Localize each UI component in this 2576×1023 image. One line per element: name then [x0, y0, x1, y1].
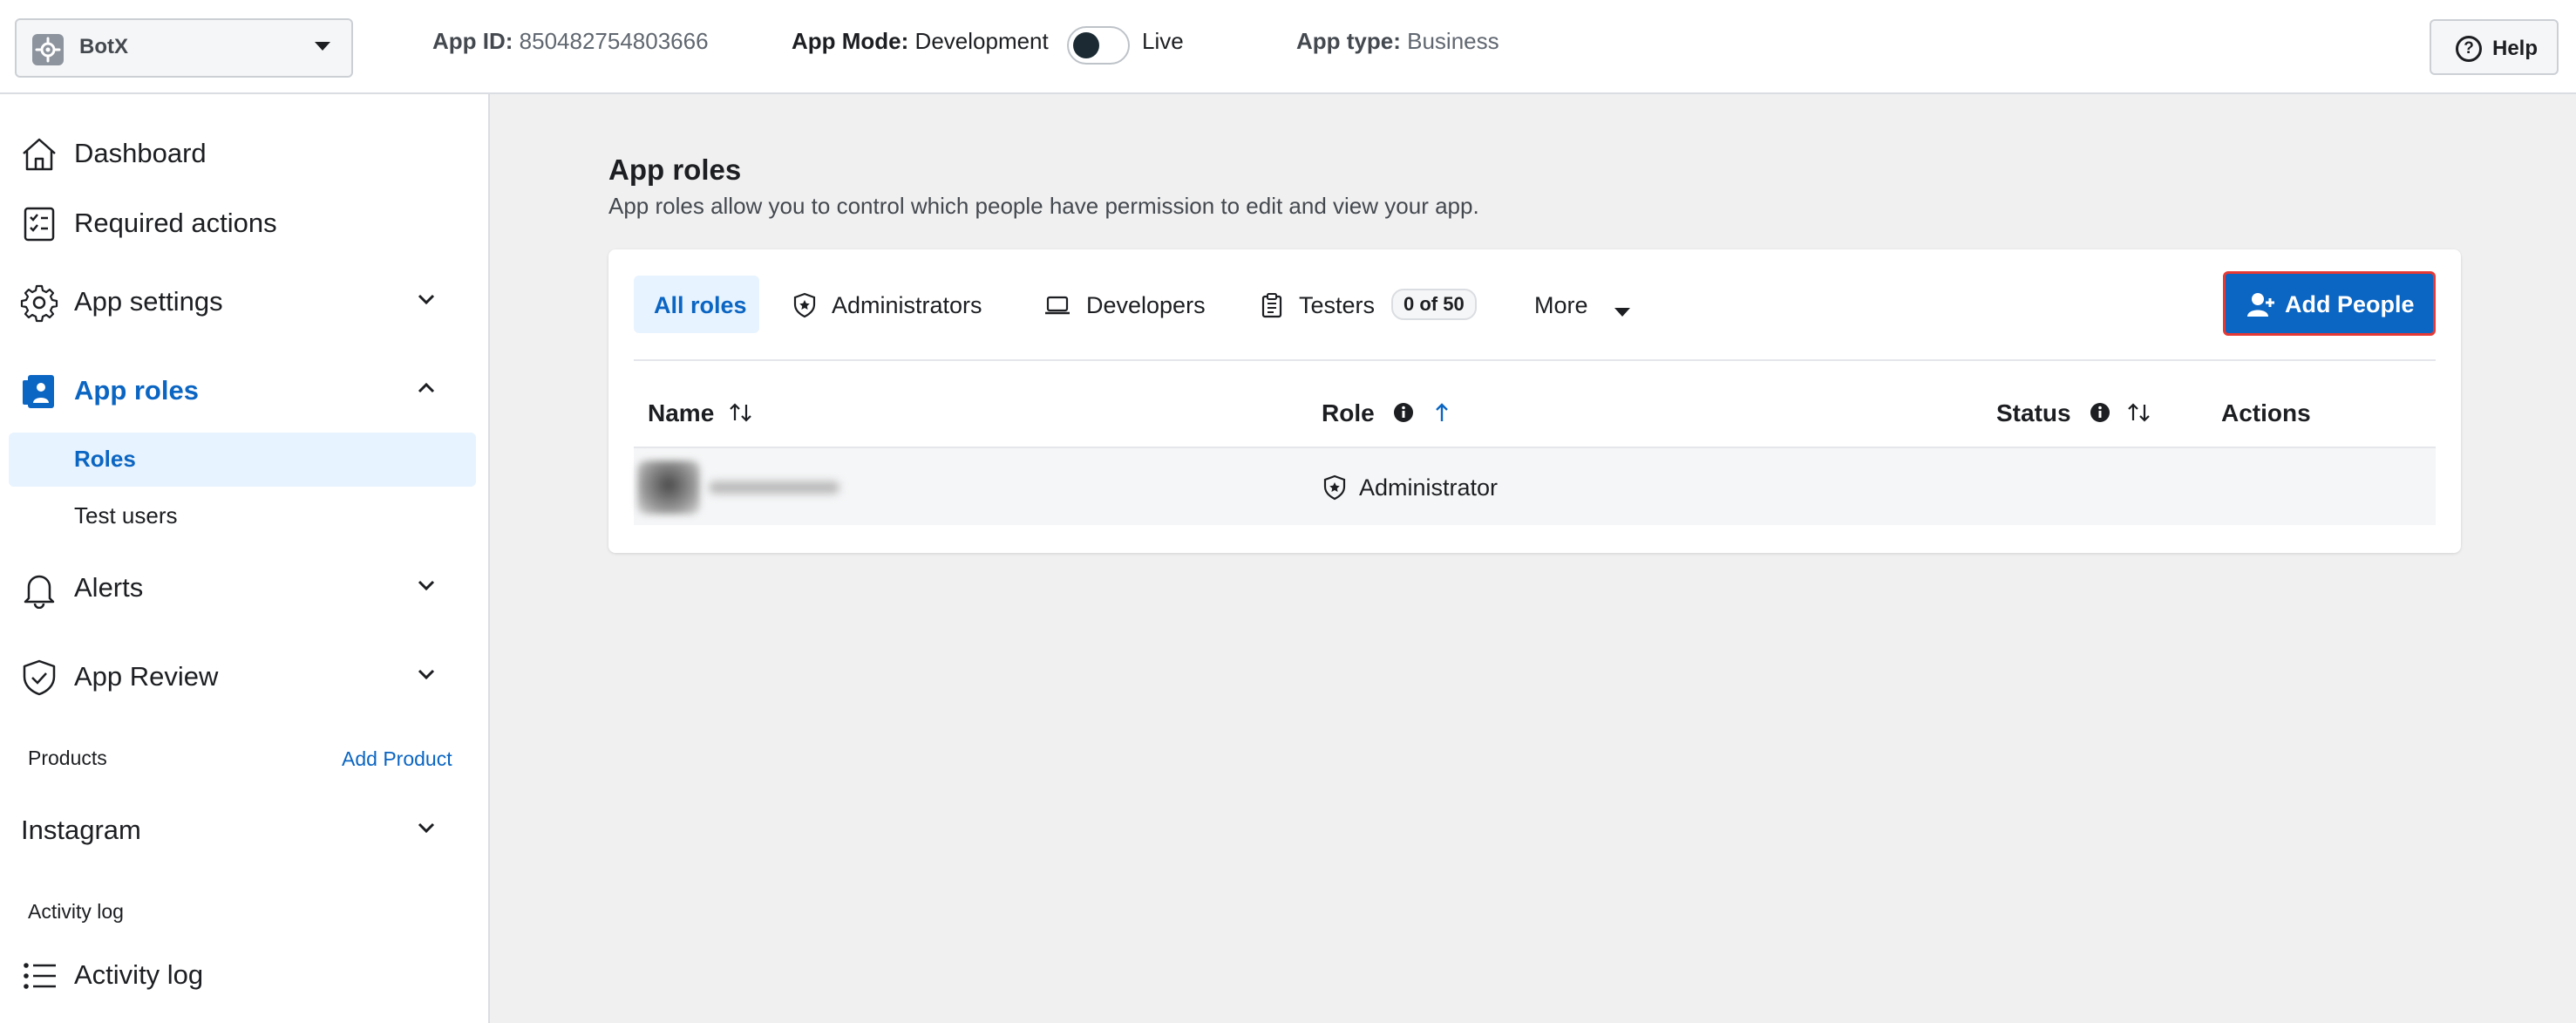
sort-icon	[2126, 401, 2152, 429]
add-product-link[interactable]: Add Product	[342, 747, 452, 771]
row-role: Administrator	[1359, 474, 1499, 501]
app-type: App type: Business	[1296, 28, 1499, 55]
sidebar-label-app-review: App Review	[74, 661, 219, 692]
products-section-label: Products	[28, 747, 107, 769]
sidebar-label-app-settings: App settings	[74, 286, 223, 317]
live-label: Live	[1142, 28, 1184, 54]
sidebar-item-app-settings[interactable]: App settings	[0, 274, 490, 330]
tab-all-roles[interactable]: All roles	[634, 276, 759, 333]
chevron-up-icon	[417, 382, 436, 399]
shield-check-icon	[19, 658, 59, 698]
sidebar-label-required-actions: Required actions	[74, 208, 277, 238]
help-button[interactable]: ? Help	[2430, 19, 2559, 75]
sort-icon	[728, 401, 754, 429]
sidebar-label-roles: Roles	[74, 446, 136, 472]
column-header-status[interactable]: Status	[1996, 399, 2152, 429]
sort-ascending-icon	[1433, 401, 1451, 429]
sidebar-label-activity-log: Activity log	[74, 959, 204, 990]
sidebar-item-required-actions[interactable]: Required actions	[0, 195, 490, 251]
column-actions-label: Actions	[2221, 399, 2311, 426]
tab-administrators-label: Administrators	[832, 292, 982, 318]
top-bar: BotX App ID: 850482754803666 App Mode: D…	[0, 0, 2576, 94]
sidebar-item-instagram[interactable]: Instagram	[0, 802, 490, 858]
add-people-button[interactable]: Add People	[2223, 271, 2436, 336]
sidebar-label-dashboard: Dashboard	[74, 138, 207, 168]
sidebar-item-dashboard[interactable]: Dashboard	[0, 126, 490, 181]
app-id: App ID: 850482754803666	[432, 28, 709, 55]
info-icon[interactable]	[1393, 401, 1414, 429]
app-mode-toggle[interactable]	[1067, 26, 1130, 65]
tab-testers-label: Testers	[1299, 292, 1376, 318]
app-name: BotX	[79, 35, 128, 58]
sidebar-item-test-users[interactable]: Test users	[74, 502, 178, 529]
column-header-name[interactable]: Name	[648, 399, 754, 429]
toggle-knob	[1073, 32, 1099, 58]
tab-more-label: More	[1534, 292, 1588, 318]
sidebar-item-alerts[interactable]: Alerts	[0, 560, 490, 616]
gear-icon	[19, 283, 59, 323]
sidebar: Dashboard Required actions App settings …	[0, 94, 490, 1023]
home-icon	[19, 134, 59, 174]
app-mode-label: App Mode:	[792, 28, 909, 54]
column-name-label: Name	[648, 399, 715, 426]
app-id-label: App ID:	[432, 28, 513, 54]
avatar	[637, 460, 700, 515]
testers-count-badge: 0 of 50	[1391, 289, 1477, 320]
tab-more[interactable]: More	[1534, 276, 1639, 333]
sidebar-item-app-roles[interactable]: App roles	[0, 363, 490, 419]
clipboard-icon	[1259, 292, 1285, 318]
chevron-down-icon	[417, 668, 436, 685]
app-selector[interactable]: BotX	[15, 18, 353, 78]
tab-administrators[interactable]: Administrators	[792, 276, 1001, 333]
sidebar-label-instagram: Instagram	[21, 815, 141, 845]
add-people-label: Add People	[2285, 291, 2415, 317]
app-roles-icon	[19, 372, 59, 412]
chevron-down-icon	[417, 822, 436, 838]
laptop-icon	[1044, 292, 1071, 318]
list-icon	[19, 956, 59, 996]
app-icon	[32, 34, 64, 65]
page-title: App roles	[608, 153, 742, 186]
question-icon: ?	[2456, 36, 2482, 62]
sidebar-item-activity-log[interactable]: Activity log	[0, 947, 490, 1003]
help-label: Help	[2492, 37, 2539, 60]
app-type-value: Business	[1407, 28, 1499, 54]
tab-all-roles-label: All roles	[654, 292, 747, 318]
sidebar-label-app-roles: App roles	[74, 375, 199, 406]
app-id-value: 850482754803666	[519, 28, 709, 54]
chevron-down-icon	[417, 579, 436, 596]
caret-down-icon	[313, 40, 332, 57]
shield-star-icon	[792, 292, 818, 318]
table-row[interactable]: Administrator	[634, 447, 2436, 525]
add-person-icon	[2246, 291, 2276, 322]
app-mode-value: Development	[914, 28, 1049, 54]
roles-card: All roles Administrators Developers Test…	[608, 249, 2461, 553]
column-header-role[interactable]: Role	[1322, 399, 1451, 429]
sidebar-item-app-review[interactable]: App Review	[0, 649, 490, 705]
tab-developers-label: Developers	[1086, 292, 1206, 318]
blurred-user-name	[709, 481, 839, 494]
column-status-label: Status	[1996, 399, 2071, 426]
page-subtitle: App roles allow you to control which peo…	[608, 193, 1479, 219]
chevron-down-icon	[417, 293, 436, 310]
info-icon[interactable]	[2090, 401, 2110, 429]
app-mode: App Mode: Development	[792, 28, 1049, 55]
tab-developers[interactable]: Developers	[1044, 276, 1219, 333]
app-type-label: App type:	[1296, 28, 1401, 54]
checklist-icon	[19, 204, 59, 244]
sidebar-label-alerts: Alerts	[74, 572, 144, 603]
divider	[634, 359, 2436, 361]
column-role-label: Role	[1322, 399, 1375, 426]
bell-icon	[19, 569, 59, 610]
shield-star-icon	[1322, 474, 1348, 505]
activity-log-section-label: Activity log	[28, 900, 124, 923]
tab-testers[interactable]: Testers 0 of 50	[1259, 276, 1485, 333]
caret-down-icon	[1613, 297, 1632, 324]
column-header-actions: Actions	[2221, 399, 2311, 427]
